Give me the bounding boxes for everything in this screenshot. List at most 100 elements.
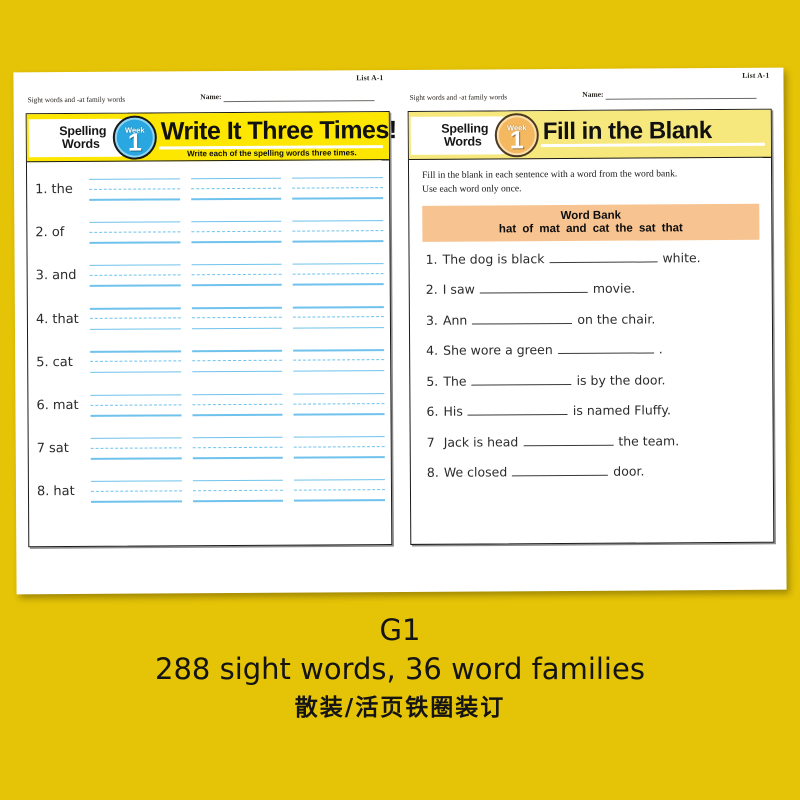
handwriting-dashed-rule xyxy=(294,489,385,491)
handwriting-dashed-rule xyxy=(89,317,181,320)
spelling-word-label: 4. that xyxy=(36,312,90,327)
handwriting-top-rule xyxy=(293,435,385,438)
handwriting-line-group[interactable] xyxy=(89,221,181,244)
handwriting-line-group[interactable] xyxy=(192,436,284,459)
sentence-blank[interactable] xyxy=(471,372,572,386)
sentence-text-before: The xyxy=(443,373,467,389)
handwriting-dashed-rule xyxy=(294,445,385,448)
handwriting-bottom-rule xyxy=(294,456,385,459)
handwriting-line-group[interactable] xyxy=(191,350,283,373)
spelling-word-label: 8. hat xyxy=(37,484,91,499)
handwriting-dashed-rule xyxy=(293,359,385,361)
sentence-text-before: Jack is head xyxy=(443,434,519,450)
handwriting-top-rule xyxy=(292,176,384,179)
sentence-blank[interactable] xyxy=(557,341,654,355)
spelling-word-label: 2. of xyxy=(35,225,89,240)
name-field-right[interactable]: Name: xyxy=(582,88,758,100)
handwriting-line-group[interactable] xyxy=(293,435,385,459)
name-write-line-right[interactable] xyxy=(605,88,758,100)
spelling-word-row: 3. and xyxy=(36,252,384,297)
handwriting-top-rule xyxy=(90,350,181,353)
handwriting-line-set xyxy=(90,479,386,503)
spelling-word-text: hat xyxy=(53,484,75,500)
sentence-blank[interactable] xyxy=(523,433,614,447)
handwriting-line-group[interactable] xyxy=(192,393,283,416)
handwriting-line-group[interactable] xyxy=(292,176,384,200)
handwriting-line-group[interactable] xyxy=(89,177,180,201)
handwriting-top-rule xyxy=(292,263,384,266)
handwriting-line-group[interactable] xyxy=(192,479,284,503)
handwriting-top-rule xyxy=(192,436,283,439)
handwriting-top-rule xyxy=(89,177,180,180)
week-number-left: 1 xyxy=(127,128,142,157)
sentence-text-after: white. xyxy=(662,249,701,266)
handwriting-bottom-rule xyxy=(192,500,284,503)
spelling-word-row: 1. the xyxy=(35,166,384,211)
handwriting-top-rule xyxy=(192,393,283,396)
handwriting-bottom-rule xyxy=(89,198,180,201)
sentence-blank[interactable] xyxy=(467,403,568,416)
handwriting-line-group[interactable] xyxy=(292,219,384,243)
sentence-text-after: movie. xyxy=(592,280,636,297)
handwriting-bottom-rule xyxy=(91,500,182,503)
handwriting-line-group[interactable] xyxy=(294,479,386,502)
sentence-text-after: door. xyxy=(613,463,645,480)
handwriting-line-group[interactable] xyxy=(292,263,384,286)
spelling-word-label: 7 sat xyxy=(37,441,91,456)
handwriting-bottom-rule xyxy=(90,457,182,460)
spelling-word-number: 5. xyxy=(36,354,49,371)
handwriting-dashed-rule xyxy=(191,273,282,276)
handwriting-bottom-rule xyxy=(192,456,284,459)
sentence-row: 7 Jack is head the team. xyxy=(427,433,761,466)
sentence-row: 3. Ann on the chair. xyxy=(426,311,760,344)
handwriting-line-set xyxy=(90,392,385,417)
handwriting-line-group[interactable] xyxy=(293,392,385,416)
handwriting-line-group[interactable] xyxy=(293,349,385,372)
spelling-word-text: sat xyxy=(48,441,69,457)
sentence-text-after: the team. xyxy=(618,433,680,449)
handwriting-line-group[interactable] xyxy=(90,350,181,374)
handwriting-dashed-rule xyxy=(89,274,181,276)
handwriting-top-rule xyxy=(294,479,385,482)
handwriting-line-group[interactable] xyxy=(190,220,282,244)
handwriting-top-rule xyxy=(293,306,384,309)
handwriting-dashed-rule xyxy=(192,489,284,492)
spelling-word-row: 5. cat xyxy=(36,339,385,384)
sentence-blank[interactable] xyxy=(512,464,609,477)
handwriting-line-group[interactable] xyxy=(89,307,181,331)
handwriting-top-rule xyxy=(89,264,181,267)
spelling-word-label: 5. cat xyxy=(36,355,90,370)
handwriting-line-group[interactable] xyxy=(90,480,182,503)
handwriting-bottom-rule xyxy=(293,326,384,329)
sentence-row: 8. We closed door. xyxy=(427,463,761,496)
handwriting-line-group[interactable] xyxy=(89,264,181,287)
handwriting-line-group[interactable] xyxy=(191,306,283,330)
handwriting-line-group[interactable] xyxy=(90,393,182,417)
handwriting-line-set xyxy=(90,349,385,374)
spelling-word-text: cat xyxy=(52,354,73,370)
spelling-word-number: 7 xyxy=(36,441,46,457)
handwriting-line-group[interactable] xyxy=(190,177,282,200)
sentence-row: 6. His is named Fluffy. xyxy=(426,402,760,435)
handwriting-dashed-rule xyxy=(90,360,181,363)
handwriting-line-group[interactable] xyxy=(90,437,182,460)
handwriting-line-group[interactable] xyxy=(191,263,283,287)
sentence-blank[interactable] xyxy=(479,281,588,294)
handwriting-dashed-rule xyxy=(192,403,283,405)
handwriting-line-set xyxy=(89,219,384,244)
name-field-left[interactable]: Name: xyxy=(200,91,376,103)
handwriting-dashed-rule xyxy=(191,316,283,319)
handwriting-dashed-rule xyxy=(191,360,283,362)
handwriting-top-rule xyxy=(191,263,282,266)
spelling-word-number: 4. xyxy=(35,311,49,327)
handwriting-top-rule xyxy=(90,437,182,440)
sentence-blank[interactable] xyxy=(472,311,573,325)
banner-left: Spelling Words Week 1 Write It Three Tim… xyxy=(26,112,397,163)
handwriting-dashed-rule xyxy=(293,316,384,318)
handwriting-dashed-rule xyxy=(292,186,384,189)
handwriting-bottom-rule xyxy=(89,284,181,287)
handwriting-line-group[interactable] xyxy=(293,306,384,329)
name-write-line-left[interactable] xyxy=(223,91,376,103)
sentence-blank[interactable] xyxy=(549,250,658,263)
handwriting-dashed-rule xyxy=(192,446,284,448)
